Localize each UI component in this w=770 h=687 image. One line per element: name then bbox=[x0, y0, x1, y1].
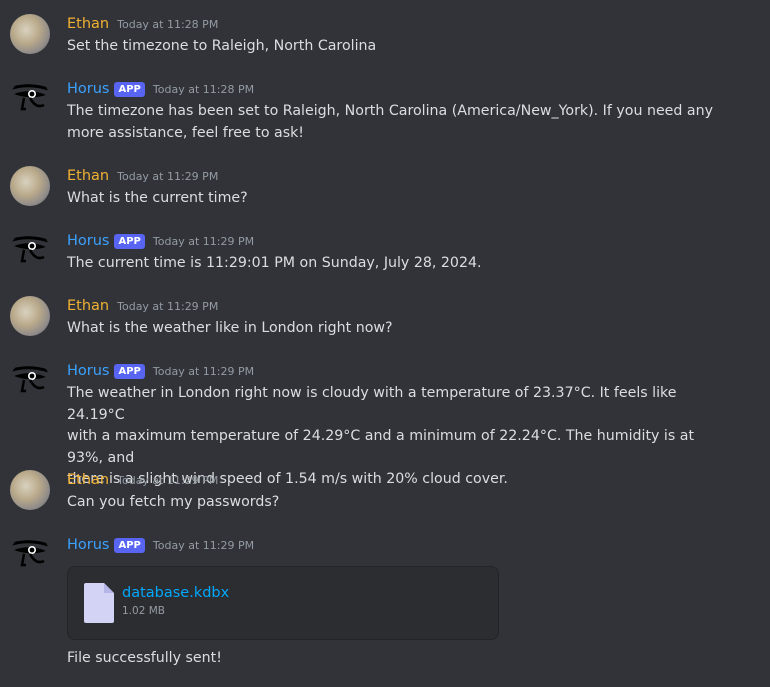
timestamp: Today at 11:28 PM bbox=[117, 17, 219, 31]
avatar[interactable] bbox=[10, 14, 50, 54]
eye-of-horus-icon bbox=[11, 366, 49, 393]
message-text: The timezone has been set to Raleigh, No… bbox=[67, 103, 714, 141]
eye-of-horus-icon bbox=[11, 236, 49, 263]
author-name[interactable]: Horus bbox=[67, 537, 109, 553]
timestamp: Today at 11:29 PM bbox=[117, 299, 219, 313]
author-name[interactable]: Horus bbox=[67, 233, 109, 249]
eye-of-horus-icon bbox=[11, 84, 49, 111]
author-name[interactable]: Ethan bbox=[67, 168, 109, 184]
file-name-link[interactable]: database.kdbx bbox=[122, 585, 229, 601]
message-text: The current time is 11:29:01 PM on Sunda… bbox=[67, 255, 482, 271]
avatar[interactable] bbox=[10, 231, 50, 271]
file-icon bbox=[84, 583, 114, 623]
timestamp: Today at 11:28 PM bbox=[152, 82, 255, 96]
author-name[interactable]: Ethan bbox=[67, 298, 109, 314]
avatar[interactable] bbox=[10, 166, 50, 206]
avatar[interactable] bbox=[10, 79, 50, 119]
message-text: Set the timezone to Raleigh, North Carol… bbox=[67, 38, 377, 54]
timestamp: Today at 11:29 PM bbox=[117, 473, 219, 487]
timestamp: Today at 11:29 PM bbox=[152, 364, 255, 378]
avatar[interactable] bbox=[10, 535, 50, 575]
message-text: What is the current time? bbox=[67, 190, 248, 206]
avatar[interactable] bbox=[10, 361, 50, 401]
app-badge: APP bbox=[114, 233, 145, 249]
app-badge: APP bbox=[114, 363, 145, 379]
file-size: 1.02 MB bbox=[122, 605, 165, 617]
app-badge: APP bbox=[114, 537, 145, 553]
app-badge: APP bbox=[114, 81, 145, 97]
timestamp: Today at 11:29 PM bbox=[152, 234, 255, 248]
eye-of-horus-icon bbox=[11, 540, 49, 567]
author-name[interactable]: Horus bbox=[67, 81, 109, 97]
message-text: File successfully sent! bbox=[67, 650, 222, 666]
avatar[interactable] bbox=[10, 296, 50, 336]
avatar[interactable] bbox=[10, 470, 50, 510]
author-name[interactable]: Horus bbox=[67, 363, 109, 379]
timestamp: Today at 11:29 PM bbox=[152, 538, 255, 552]
author-name[interactable]: Ethan bbox=[67, 472, 109, 488]
message-text: What is the weather like in London right… bbox=[67, 320, 393, 336]
file-attachment[interactable]: database.kdbx 1.02 MB bbox=[67, 566, 499, 640]
message-text: Can you fetch my passwords? bbox=[67, 494, 280, 510]
author-name[interactable]: Ethan bbox=[67, 16, 109, 32]
timestamp: Today at 11:29 PM bbox=[117, 169, 219, 183]
